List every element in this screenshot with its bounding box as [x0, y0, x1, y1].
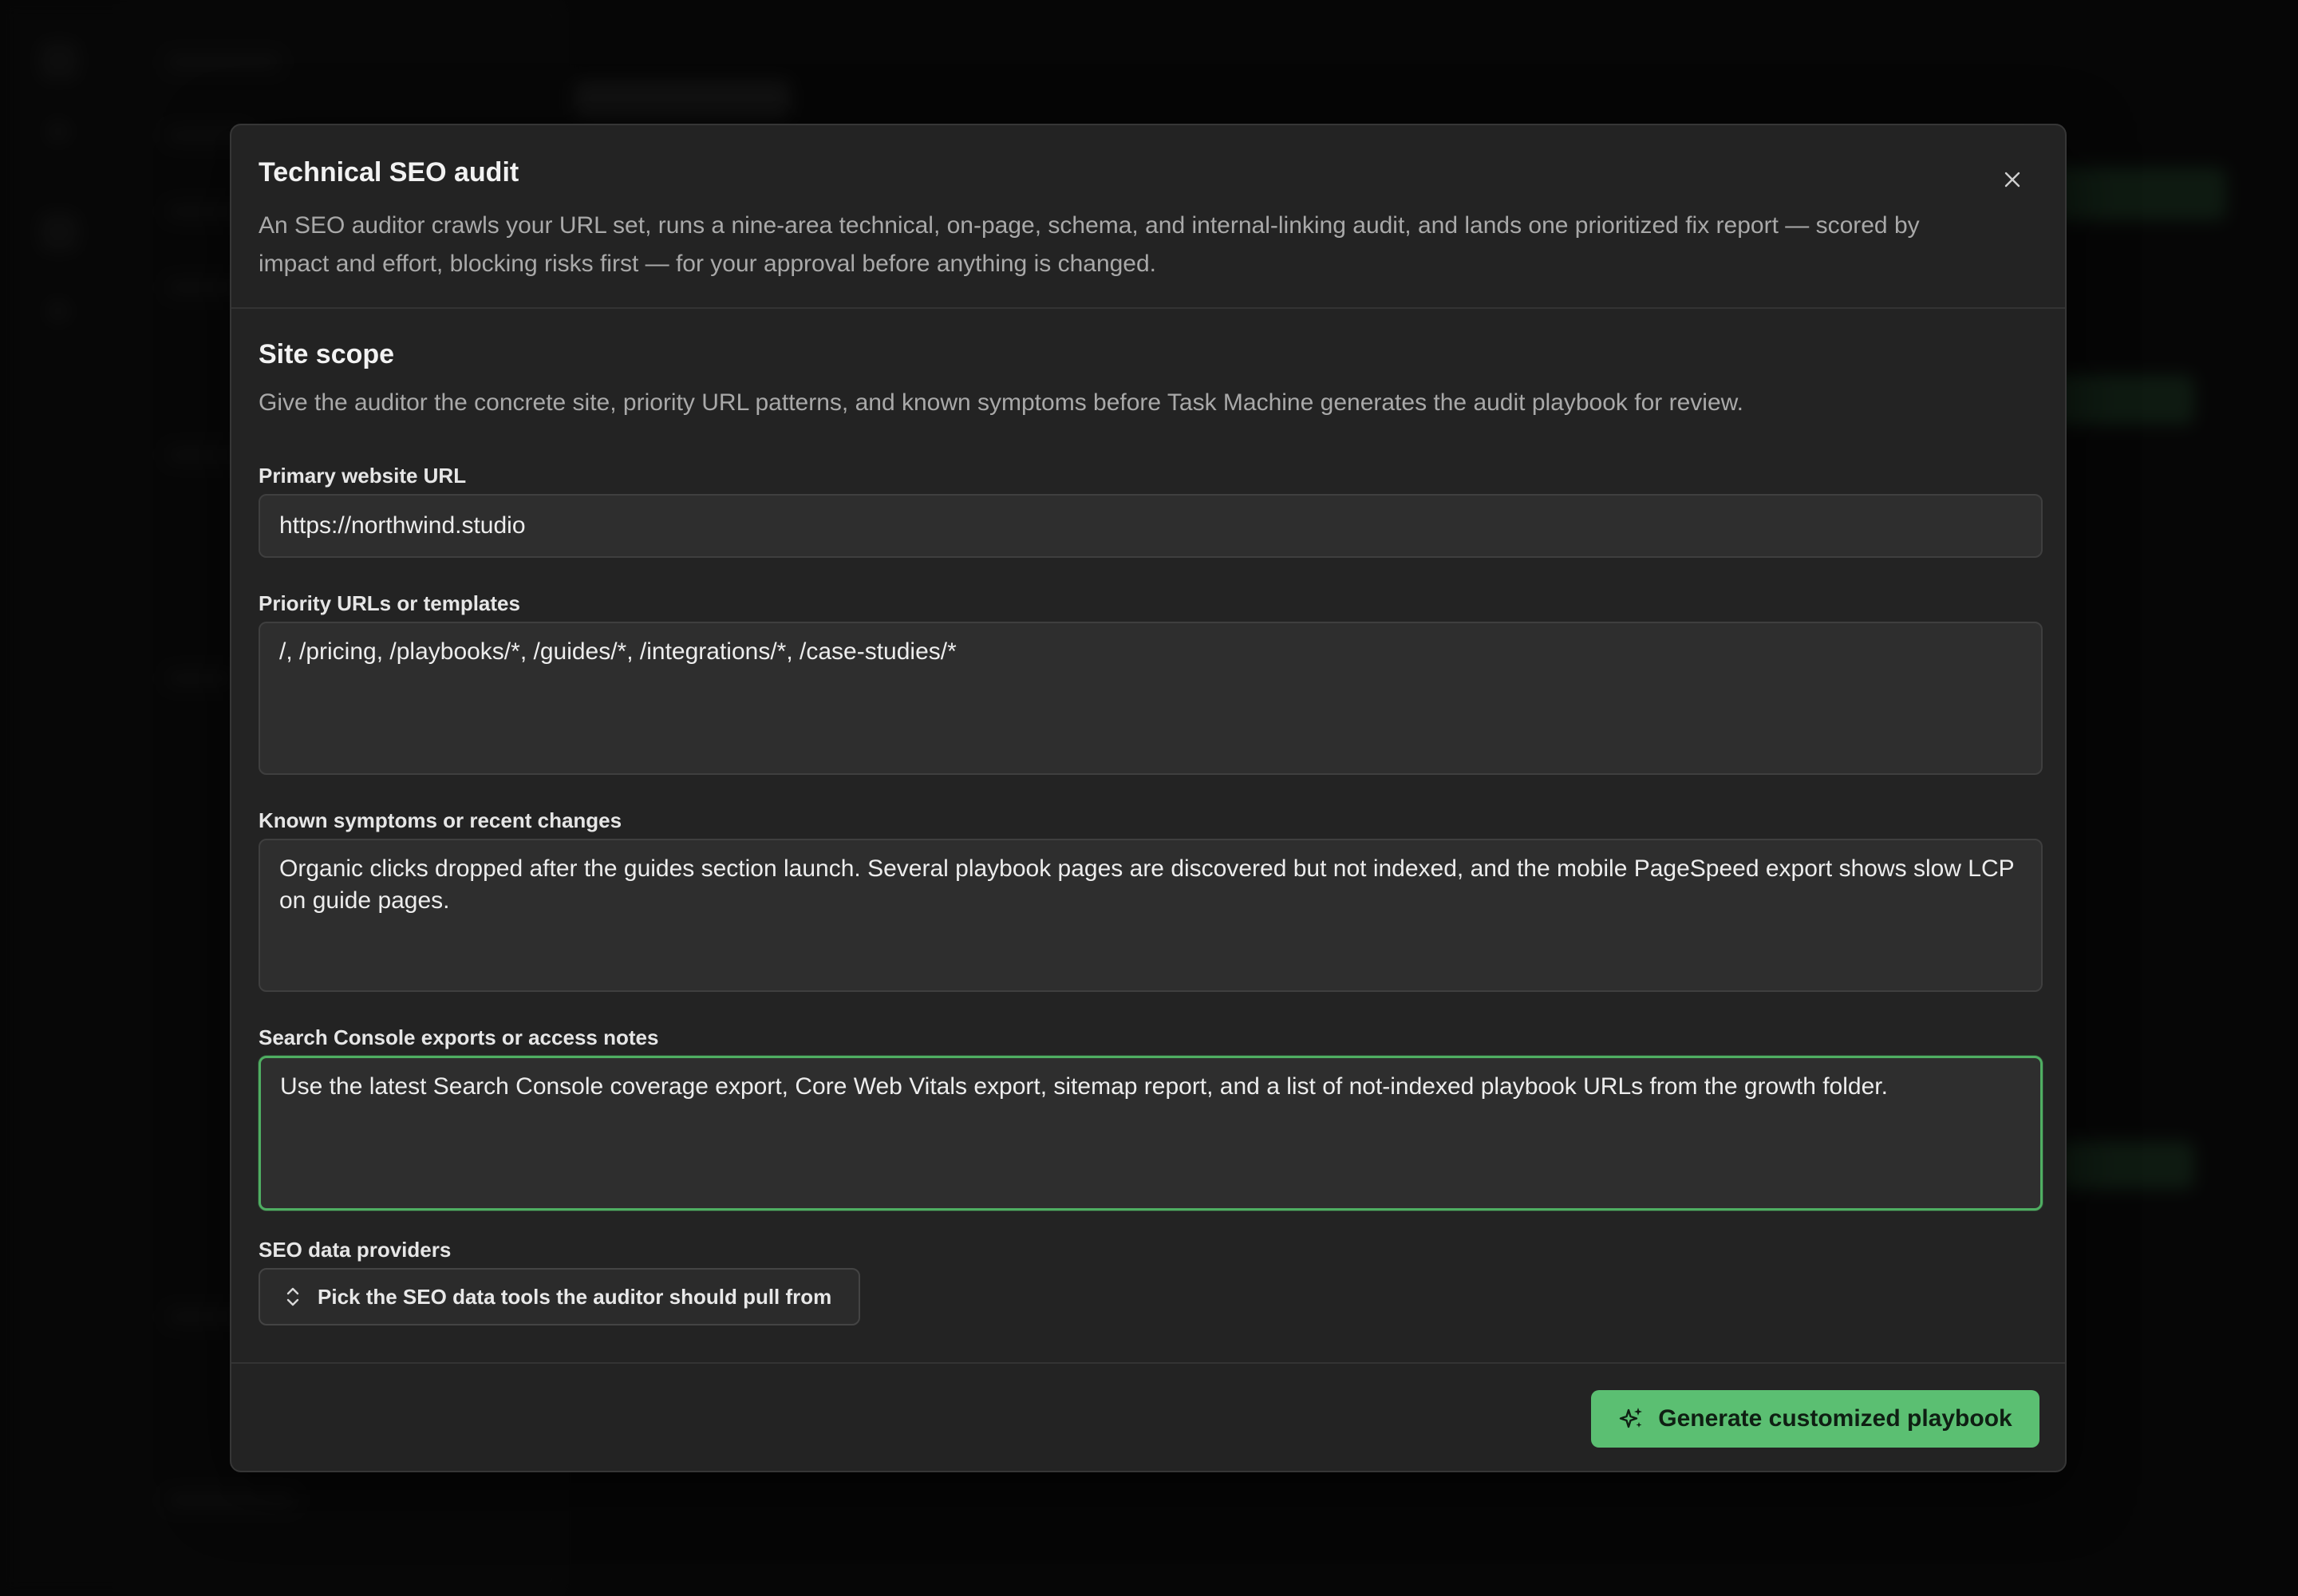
generate-playbook-button[interactable]: Generate customized playbook [1591, 1390, 2039, 1448]
primary-url-label: Primary website URL [259, 464, 467, 488]
chevron-up-down-icon [286, 1287, 299, 1306]
search-console-label: Search Console exports or access notes [259, 1025, 659, 1049]
dialog-header: Technical SEO audit An SEO auditor crawl… [231, 125, 2065, 309]
section-title: Site scope [259, 339, 395, 369]
seo-providers-picker-button[interactable]: Pick the SEO data tools the auditor shou… [259, 1268, 860, 1325]
close-icon [2004, 172, 2020, 188]
section-description: Give the auditor the concrete site, prio… [259, 389, 1743, 416]
search-console-textarea[interactable]: Use the latest Search Console coverage e… [259, 1056, 2043, 1211]
priority-urls-label: Priority URLs or templates [259, 591, 520, 615]
dialog-title: Technical SEO audit [259, 157, 519, 188]
sparkles-icon [1620, 1408, 1643, 1428]
generate-playbook-label: Generate customized playbook [1658, 1405, 2012, 1432]
symptoms-textarea[interactable]: Organic clicks dropped after the guides … [259, 839, 2043, 992]
symptoms-label: Known symptoms or recent changes [259, 808, 622, 832]
seo-providers-label: SEO data providers [259, 1238, 452, 1262]
close-button[interactable] [1993, 160, 2031, 199]
technical-seo-audit-dialog: Technical SEO audit An SEO auditor crawl… [230, 124, 2067, 1472]
dialog-footer-divider [231, 1362, 2065, 1364]
priority-urls-textarea[interactable]: /, /pricing, /playbooks/*, /guides/*, /i… [259, 622, 2043, 775]
primary-url-input[interactable] [259, 494, 2043, 558]
dialog-description: An SEO auditor crawls your URL set, runs… [259, 212, 1920, 277]
seo-providers-picker-label: Pick the SEO data tools the auditor shou… [318, 1284, 832, 1309]
